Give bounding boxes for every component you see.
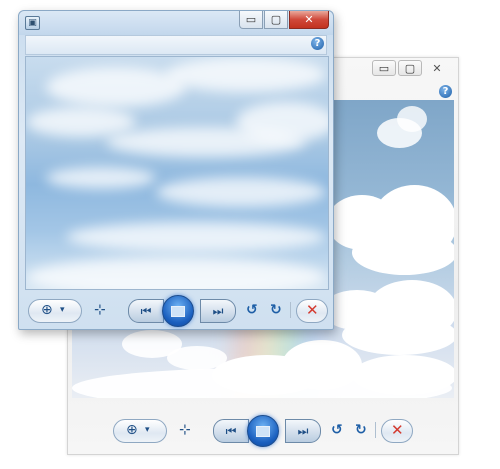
next-button[interactable]: ⏭ — [285, 419, 321, 443]
separator — [290, 302, 291, 318]
actual-size-icon: ⊹ — [179, 422, 191, 438]
help-icon: ? — [311, 37, 324, 50]
zoom-dropdown-icon: ▾ — [145, 425, 150, 435]
maximize-icon: ▢ — [270, 13, 282, 26]
zoom-control[interactable]: ⊕ ▾ — [28, 299, 82, 323]
close-button[interactable]: ✕ — [289, 11, 329, 29]
close-button[interactable]: ✕ — [424, 60, 450, 76]
control-bar: ⊕ ▾ ⊹ ⏮ ⏭ ↺ ↻ ✕ — [28, 295, 328, 327]
separator — [375, 422, 376, 438]
previous-icon: ⏮ — [225, 424, 237, 438]
previous-button[interactable]: ⏮ — [213, 419, 249, 443]
minimize-icon: ▭ — [245, 13, 257, 26]
rotate-clockwise-button[interactable]: ↻ — [270, 303, 282, 317]
rotate-clockwise-button[interactable]: ↻ — [355, 423, 367, 437]
delete-icon: ✕ — [306, 301, 319, 319]
rotate-counterclockwise-button[interactable]: ↺ — [331, 423, 343, 437]
next-button[interactable]: ⏭ — [200, 299, 236, 323]
zoom-icon: ⊕ — [41, 302, 53, 318]
slideshow-button[interactable] — [247, 415, 279, 447]
caption-buttons: ▭ ▢ ✕ — [372, 60, 450, 76]
caption-buttons: ▭ ▢ ✕ — [239, 11, 329, 29]
rotate-counterclockwise-icon: ↺ — [246, 302, 258, 318]
next-icon: ⏭ — [212, 304, 224, 318]
rotate-clockwise-icon: ↻ — [355, 422, 367, 438]
zoom-dropdown-icon: ▾ — [60, 305, 65, 315]
slideshow-icon — [256, 425, 270, 437]
help-button[interactable]: ? — [311, 37, 324, 50]
zoom-control[interactable]: ⊕ ▾ — [113, 419, 167, 443]
close-icon: ✕ — [432, 61, 442, 75]
delete-button[interactable]: ✕ — [296, 299, 328, 323]
rotate-clockwise-icon: ↻ — [270, 302, 282, 318]
minimize-button[interactable]: ▭ — [372, 60, 396, 76]
previous-button[interactable]: ⏮ — [128, 299, 164, 323]
close-icon: ✕ — [304, 13, 314, 26]
slideshow-icon — [171, 305, 185, 317]
rotate-counterclockwise-button[interactable]: ↺ — [246, 303, 258, 317]
actual-size-button[interactable]: ⊹ — [94, 303, 106, 317]
slideshow-button[interactable] — [162, 295, 194, 327]
zoom-icon: ⊕ — [126, 422, 138, 438]
rotate-counterclockwise-icon: ↺ — [331, 422, 343, 438]
minimize-button[interactable]: ▭ — [239, 11, 263, 29]
delete-icon: ✕ — [391, 421, 404, 439]
minimize-icon: ▭ — [378, 61, 390, 75]
actual-size-icon: ⊹ — [94, 302, 106, 318]
photo-view-sky — [25, 56, 329, 290]
delete-button[interactable]: ✕ — [381, 419, 413, 443]
help-button[interactable]: ? — [439, 85, 452, 98]
help-icon: ? — [439, 85, 452, 98]
actual-size-button[interactable]: ⊹ — [179, 423, 191, 437]
control-bar: ⊕ ▾ ⊹ ⏮ ⏭ ↺ ↻ ✕ — [113, 415, 413, 447]
next-icon: ⏭ — [297, 424, 309, 438]
maximize-icon: ▢ — [404, 61, 416, 75]
photo-viewer-window-front: ▣ ▭ ▢ ✕ ? ⊕ ▾ ⊹ ⏮ ⏭ ↺ ↻ ✕ — [18, 10, 334, 330]
photo-viewer-icon: ▣ — [25, 16, 40, 30]
previous-icon: ⏮ — [140, 304, 152, 318]
title-bar[interactable]: ▣ ▭ ▢ ✕ — [19, 11, 333, 35]
menu-bar: ? — [25, 35, 327, 55]
maximize-button[interactable]: ▢ — [264, 11, 288, 29]
maximize-button[interactable]: ▢ — [398, 60, 422, 76]
